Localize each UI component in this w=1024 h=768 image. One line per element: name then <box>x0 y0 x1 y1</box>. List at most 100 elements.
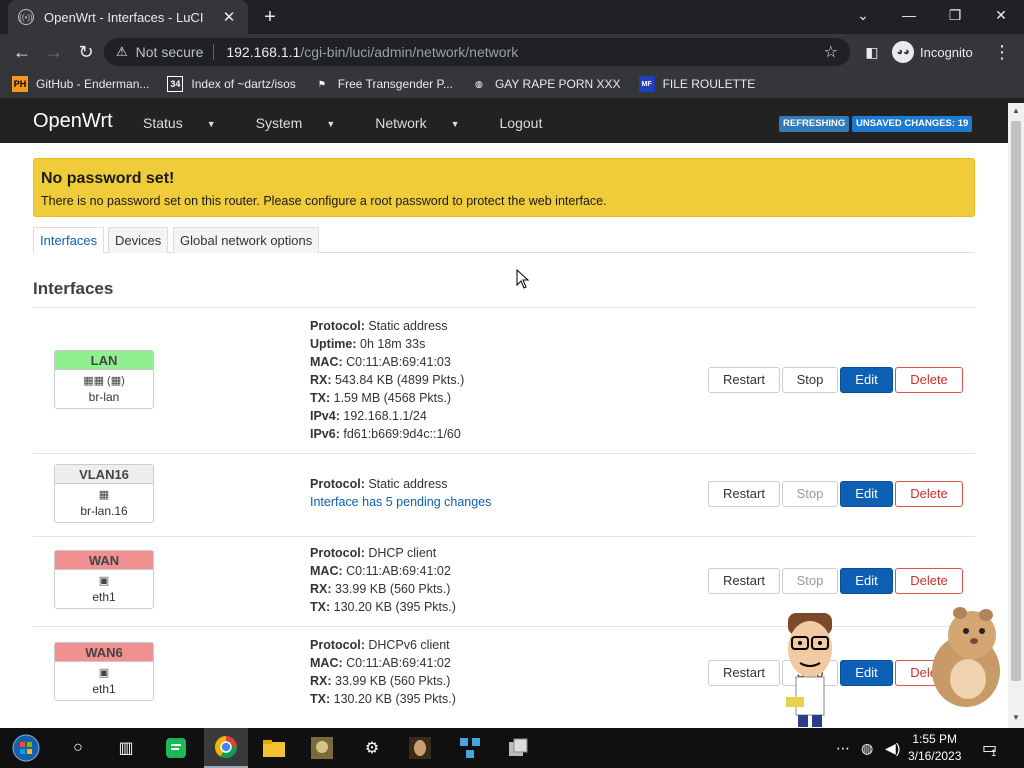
stop-button[interactable]: Stop <box>782 481 838 507</box>
scrollbar-thumb[interactable] <box>1011 121 1021 681</box>
bookmark-item[interactable]: ◍ GAY RAPE PORN XXX <box>471 76 621 92</box>
network-app-icon[interactable] <box>454 732 486 764</box>
edit-button[interactable]: Edit <box>840 481 893 507</box>
edit-button[interactable]: Edit <box>840 367 893 393</box>
tab-devices[interactable]: Devices <box>108 227 169 253</box>
interface-name: WAN <box>55 551 153 570</box>
divider <box>33 453 975 454</box>
edit-button[interactable]: Edit <box>840 568 893 594</box>
delete-button[interactable]: Delete <box>895 367 963 393</box>
interface-info-vlan16: Protocol: Static address Interface has 5… <box>310 477 492 511</box>
pending-changes-link[interactable]: Interface has 5 pending changes <box>310 493 491 511</box>
vm-app-icon[interactable] <box>502 732 534 764</box>
tab-search-icon[interactable]: ⌄ <box>840 0 886 30</box>
page-scrollbar[interactable]: ▲ ▼ <box>1008 103 1024 728</box>
divider <box>213 44 215 60</box>
unsaved-changes-badge[interactable]: UNSAVED CHANGES: 19 <box>852 116 973 132</box>
warning-icon[interactable]: ⚠ <box>116 44 128 60</box>
minimize-button[interactable]: — <box>886 0 932 30</box>
bookmark-label: GitHub - Enderman... <box>36 77 150 91</box>
bridge-ports-icon: ▦▦ (▦) <box>83 375 125 387</box>
menu-status[interactable]: Status ▼ <box>143 115 236 131</box>
close-window-button[interactable]: ✕ <box>978 0 1024 30</box>
chevron-down-icon: ▼ <box>450 119 460 130</box>
bookmark-star-icon[interactable]: ☆ <box>824 42 838 62</box>
section-title: Interfaces <box>33 279 114 298</box>
scroll-up-icon[interactable]: ▲ <box>1011 106 1021 115</box>
restart-button[interactable]: Restart <box>708 367 780 393</box>
interface-name: VLAN16 <box>55 465 153 484</box>
taskbar: ○ ▥ ⚙ ⋯ ◍ ◀) 1:55 PM 3/16/2023 ▭ 1 <box>0 728 1024 768</box>
toolbar: ← → ↻ ⚠ Not secure 192.168.1.1 /cgi-bin/… <box>0 34 1024 70</box>
chrome-taskbar-icon[interactable] <box>204 728 248 768</box>
ethernet-port-icon: ▣ <box>98 575 110 587</box>
interface-badge-wan: WAN ▣ eth1 <box>54 550 154 609</box>
incognito-icon: ◕◕ <box>892 41 914 63</box>
bookmark-label: FILE ROULETTE <box>662 77 756 91</box>
windows-start-icon[interactable] <box>8 732 44 764</box>
clock-time: 1:55 PM <box>912 732 958 746</box>
url-host: 192.168.1.1 <box>226 44 301 60</box>
bookmark-item[interactable]: PH GitHub - Enderman... <box>12 76 149 92</box>
url-path: /cgi-bin/luci/admin/network/network <box>300 44 519 60</box>
vlan-port-icon: ▦ <box>98 489 110 501</box>
stop-button[interactable]: Stop <box>782 367 838 393</box>
incognito-indicator[interactable]: ◕◕ Incognito <box>892 39 973 65</box>
forward-icon[interactable]: → <box>42 40 66 64</box>
restart-button[interactable]: Restart <box>708 481 780 507</box>
new-tab-button[interactable]: + <box>258 5 282 29</box>
brand-logo[interactable]: OpenWrt <box>33 110 113 133</box>
show-hidden-icons[interactable]: ⋯ <box>836 728 850 768</box>
ethernet-port-icon: ▣ <box>98 667 110 679</box>
globe-icon: ◍ <box>475 78 483 89</box>
back-icon[interactable]: ← <box>10 40 34 64</box>
task-view-icon[interactable]: ▥ <box>110 732 142 764</box>
tab-interfaces[interactable]: Interfaces <box>33 227 105 253</box>
menu-network[interactable]: Network ▼ <box>375 115 479 131</box>
network-globe-icon[interactable]: ◍ <box>861 728 873 768</box>
bookmark-item[interactable]: MF FILE ROULETTE <box>638 76 756 92</box>
bookmark-label: Index of ~dartz/isos <box>191 77 296 91</box>
reload-icon[interactable]: ↻ <box>74 40 98 64</box>
password-alert: No password set! There is no password se… <box>33 158 975 217</box>
interface-badge-lan: LAN ▦▦ (▦) br-lan <box>54 350 154 409</box>
restore-button[interactable]: ❐ <box>932 0 978 30</box>
address-bar[interactable]: ⚠ Not secure 192.168.1.1 /cgi-bin/luci/a… <box>104 38 850 66</box>
interface-device: br-lan.16 <box>80 504 128 518</box>
browser-tab[interactable]: ((•)) OpenWrt - Interfaces - LuCI ✕ <box>8 0 248 34</box>
notification-center-icon[interactable]: ▭ 1 <box>982 728 997 768</box>
menu-system[interactable]: System ▼ <box>256 115 356 131</box>
page-viewport: OpenWrt Status ▼ System ▼ Network ▼ Logout … <box>0 103 1008 728</box>
app-icon[interactable] <box>404 732 436 764</box>
restart-button[interactable]: Restart <box>708 660 780 686</box>
bookmark-item[interactable]: 34 Index of ~dartz/isos <box>167 76 296 92</box>
stop-button[interactable]: Stop <box>782 568 838 594</box>
refreshing-badge[interactable]: REFRESHING <box>779 116 850 132</box>
delete-button[interactable]: Delete <box>895 568 963 594</box>
interface-badge-vlan16: VLAN16 ▦ br-lan.16 <box>54 464 154 523</box>
close-tab-icon[interactable]: ✕ <box>220 8 238 26</box>
mouse-cursor-icon <box>516 269 530 289</box>
restart-button[interactable]: Restart <box>708 568 780 594</box>
settings-gear-icon[interactable]: ⚙ <box>356 732 388 764</box>
search-icon[interactable]: ○ <box>62 732 94 764</box>
game-app-icon[interactable] <box>306 732 338 764</box>
spotify-like-app-icon[interactable] <box>160 732 192 764</box>
interface-badge-wan6: WAN6 ▣ eth1 <box>54 642 154 701</box>
interface-device: br-lan <box>88 390 120 404</box>
scroll-down-icon[interactable]: ▼ <box>1011 713 1021 722</box>
security-label[interactable]: Not secure <box>136 44 204 60</box>
volume-icon[interactable]: ◀) <box>885 728 900 768</box>
tab-global-network-options[interactable]: Global network options <box>173 227 320 253</box>
menu-kebab-icon[interactable]: ⋮ <box>990 40 1014 64</box>
tab-title: OpenWrt - Interfaces - LuCI <box>44 9 204 25</box>
edit-button[interactable]: Edit <box>840 660 893 686</box>
side-panel-icon[interactable]: ◧ <box>860 40 884 64</box>
site-34-icon: 34 <box>167 76 184 92</box>
file-explorer-icon[interactable] <box>258 732 290 764</box>
menu-logout[interactable]: Logout <box>500 115 543 131</box>
interface-name: WAN6 <box>55 643 153 662</box>
clock[interactable]: 1:55 PM 3/16/2023 <box>908 731 961 765</box>
delete-button[interactable]: Delete <box>895 481 963 507</box>
bookmark-item[interactable]: ⚑ Free Transgender P... <box>314 76 453 92</box>
